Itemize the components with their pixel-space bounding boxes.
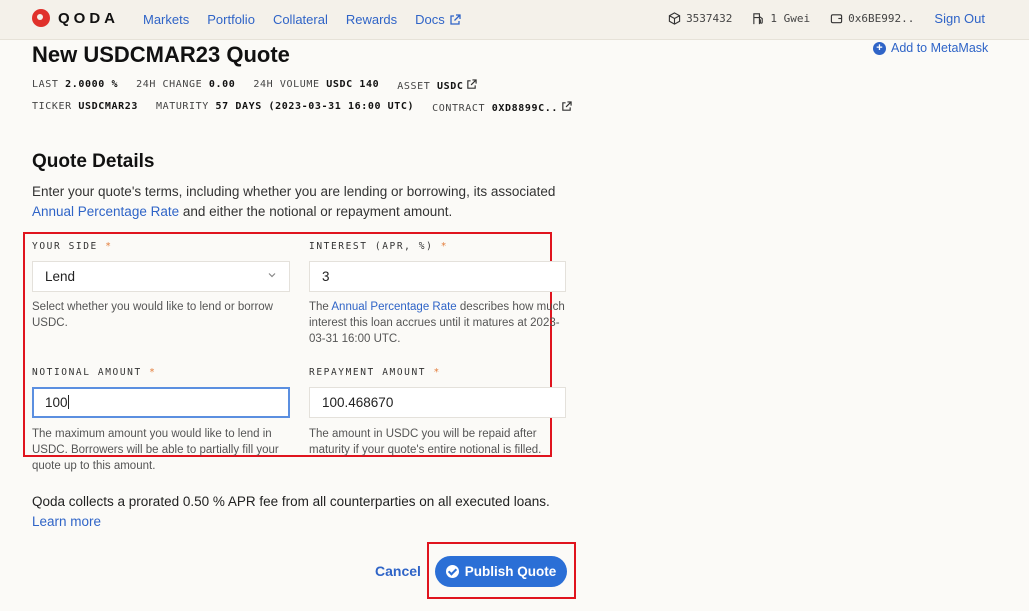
market-stats-row: LAST 2.0000 % 24H CHANGE 0.00 24H VOLUME…: [32, 79, 478, 92]
chevron-down-icon: [268, 273, 276, 278]
wallet-icon: [831, 14, 843, 24]
stat-24h-volume-value: USDC 140: [326, 79, 380, 90]
publish-quote-label: Publish Quote: [464, 564, 557, 579]
plus-circle-icon: +: [873, 41, 886, 55]
learn-more-link[interactable]: Learn more: [32, 512, 592, 532]
stat-contract[interactable]: CONTRACT 0XD8899C..: [432, 101, 572, 114]
nav-portfolio[interactable]: Portfolio: [207, 12, 255, 27]
fee-text: Qoda collects a prorated 0.50 % APR fee …: [32, 494, 550, 509]
notional-label: NOTIONAL AMOUNT *: [32, 367, 156, 378]
market-info-row: TICKER USDCMAR23 MATURITY 57 DAYS (2023-…: [32, 101, 572, 114]
cancel-button[interactable]: Cancel: [375, 563, 421, 579]
brand-name: QODA: [58, 9, 119, 27]
publish-highlight: Publish Quote: [427, 542, 576, 599]
stat-contract-label: CONTRACT: [432, 103, 486, 114]
block-number-value: 3537432: [686, 12, 733, 25]
stat-contract-value: 0XD8899C..: [491, 103, 558, 114]
required-mark: *: [440, 241, 449, 252]
stat-ticker: TICKER USDCMAR23: [32, 101, 138, 114]
nav-markets[interactable]: Markets: [143, 12, 189, 27]
sign-out-link[interactable]: Sign Out: [934, 11, 985, 26]
stat-last-label: LAST: [32, 79, 59, 90]
side-help: Select whether you would like to lend or…: [32, 301, 273, 329]
notional-label-text: NOTIONAL AMOUNT: [32, 367, 142, 378]
brand-logo[interactable]: QODA: [32, 9, 119, 27]
interest-label-text: INTEREST (APR, %): [309, 241, 434, 252]
external-link-icon: [562, 101, 572, 111]
interest-help: The Annual Percentage Rate describes how…: [309, 299, 569, 347]
stat-ticker-value: USDCMAR23: [78, 101, 138, 112]
quote-details-heading: Quote Details: [32, 151, 155, 172]
wallet-address[interactable]: 0x6BE992..: [830, 12, 914, 25]
stat-last: LAST 2.0000 %: [32, 79, 118, 92]
repayment-help: The amount in USDC you will be repaid af…: [309, 428, 542, 456]
nav-collateral[interactable]: Collateral: [273, 12, 328, 27]
stat-maturity-label: MATURITY: [155, 101, 209, 112]
interest-help-before: The: [309, 301, 329, 313]
stat-ticker-label: TICKER: [32, 101, 72, 112]
repayment-label-text: REPAYMENT AMOUNT: [309, 367, 427, 378]
top-nav: QODA Markets Portfolio Collateral Reward…: [0, 0, 1029, 40]
side-select[interactable]: Lend: [32, 261, 290, 292]
notional-help: The maximum amount you would like to len…: [32, 428, 279, 472]
apr-link[interactable]: Annual Percentage Rate: [32, 204, 179, 219]
nav-rewards[interactable]: Rewards: [346, 12, 397, 27]
notional-input[interactable]: 100: [32, 387, 290, 418]
gas-price-value: 1 Gwei: [770, 12, 811, 25]
gas-pump-icon: [753, 13, 764, 25]
add-to-metamask-link[interactable]: + Add to MetaMask: [873, 41, 988, 55]
repayment-label: REPAYMENT AMOUNT *: [309, 367, 441, 378]
side-label-text: YOUR SIDE: [32, 241, 98, 252]
logo-icon: [32, 9, 50, 27]
stat-asset-value: USDC: [436, 81, 464, 92]
stat-24h-volume: 24H VOLUME USDC 140: [253, 79, 379, 92]
main-nav: Markets Portfolio Collateral Rewards Doc…: [143, 12, 479, 27]
cube-icon: [668, 12, 681, 25]
stat-asset[interactable]: ASSET USDC: [397, 79, 478, 92]
page-title: New USDCMAR23 Quote: [32, 42, 290, 67]
notional-input-value: 100: [45, 395, 68, 410]
quote-details-intro: Enter your quote's terms, including whet…: [32, 182, 572, 222]
side-label: YOUR SIDE *: [32, 241, 113, 252]
check-circle-icon: [445, 565, 459, 578]
stat-24h-change-label: 24H CHANGE: [136, 79, 203, 90]
intro-text-after: and either the notional or repayment amo…: [182, 204, 453, 219]
stat-24h-change: 24H CHANGE 0.00: [136, 79, 235, 92]
external-link-icon: [450, 13, 461, 25]
stat-last-value: 2.0000 %: [65, 79, 119, 90]
external-link-icon: [467, 79, 478, 89]
block-number: 3537432: [668, 12, 732, 25]
intro-text-before: Enter your quote's terms, including whet…: [32, 184, 556, 199]
repayment-input-value: 100.468670: [322, 395, 394, 410]
fee-notice: Qoda collects a prorated 0.50 % APR fee …: [32, 492, 592, 532]
gas-price: 1 Gwei: [752, 12, 810, 25]
side-select-value: Lend: [45, 269, 76, 284]
nav-status: 3537432 1 Gwei 0x6BE992.. Sign Out: [668, 11, 985, 26]
required-mark: *: [149, 367, 157, 378]
stat-24h-volume-label: 24H VOLUME: [253, 79, 320, 90]
required-mark: *: [433, 367, 441, 378]
publish-quote-button[interactable]: Publish Quote: [435, 556, 567, 587]
text-caret: [67, 395, 69, 409]
stat-maturity: MATURITY 57 DAYS (2023-03-31 16:00 UTC): [156, 101, 414, 114]
interest-input-value: 3: [322, 269, 330, 284]
interest-input[interactable]: 3: [309, 261, 566, 292]
repayment-input[interactable]: 100.468670: [309, 387, 566, 418]
interest-help-apr-link[interactable]: Annual Percentage Rate: [331, 301, 456, 313]
stat-maturity-value: 57 DAYS (2023-03-31 16:00 UTC): [215, 101, 415, 112]
wallet-address-value: 0x6BE992..: [848, 12, 915, 25]
stat-asset-label: ASSET: [397, 81, 431, 92]
nav-docs-label: Docs: [415, 12, 445, 27]
interest-label: INTEREST (APR, %) *: [309, 241, 448, 252]
required-mark: *: [105, 241, 113, 252]
nav-docs[interactable]: Docs: [415, 12, 461, 27]
add-to-metamask-label: Add to MetaMask: [891, 41, 989, 55]
stat-24h-change-value: 0.00: [208, 79, 236, 90]
